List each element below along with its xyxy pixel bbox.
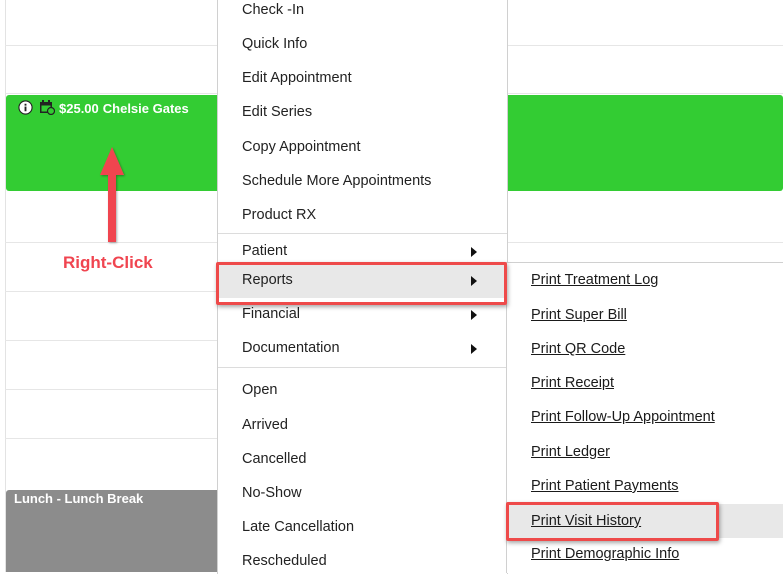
- annotation-label: Right-Click: [63, 253, 153, 272]
- menu-item-rescheduled[interactable]: Rescheduled: [218, 545, 507, 579]
- menu-item-no-show[interactable]: No-Show: [218, 477, 507, 511]
- menu-item-late-cancellation[interactable]: Late Cancellation: [218, 511, 507, 545]
- visit-history-highlight-box: [506, 502, 719, 541]
- submenu-item-print-receipt[interactable]: Print Receipt: [507, 366, 783, 400]
- menu-item-documentation[interactable]: Documentation: [218, 332, 507, 366]
- lunch-break-label: Lunch - Lunch Break: [14, 491, 144, 506]
- menu-item-copy-appointment[interactable]: Copy Appointment: [218, 131, 507, 165]
- submenu-item-print-ledger[interactable]: Print Ledger: [507, 435, 783, 469]
- appointment-price: $25.00: [59, 101, 99, 116]
- chevron-right-icon: [471, 247, 477, 257]
- calendar-column-line: [5, 0, 6, 572]
- calendar-sync-icon[interactable]: [39, 99, 56, 118]
- submenu-item-print-qr-code[interactable]: Print QR Code: [507, 332, 783, 366]
- submenu-item-print-treatment-log[interactable]: Print Treatment Log: [507, 263, 783, 297]
- submenu-item-print-demographic-info[interactable]: Print Demographic Info: [507, 537, 783, 571]
- chevron-right-icon: [471, 310, 477, 320]
- menu-item-schedule-more[interactable]: Schedule More Appointments: [218, 165, 507, 199]
- menu-item-quick-info[interactable]: Quick Info: [218, 28, 507, 62]
- menu-item-cancelled[interactable]: Cancelled: [218, 443, 507, 477]
- annotation-arrow-icon: [100, 147, 124, 242]
- menu-item-edit-appointment[interactable]: Edit Appointment: [218, 62, 507, 96]
- menu-item-edit-series[interactable]: Edit Series: [218, 96, 507, 130]
- appointment-header: $25.00 Chelsie Gates: [18, 99, 189, 118]
- reports-highlight-box: [216, 262, 507, 305]
- submenu-item-print-follow-up[interactable]: Print Follow-Up Appointment: [507, 400, 783, 434]
- appointment-patient-name[interactable]: Chelsie Gates: [103, 101, 189, 116]
- submenu-item-print-patient-payments[interactable]: Print Patient Payments: [507, 469, 783, 503]
- info-icon[interactable]: [18, 99, 33, 118]
- menu-item-arrived[interactable]: Arrived: [218, 409, 507, 443]
- chevron-right-icon: [471, 344, 477, 354]
- submenu-item-print-super-bill[interactable]: Print Super Bill: [507, 298, 783, 332]
- menu-item-open[interactable]: Open: [218, 374, 507, 408]
- menu-separator: [218, 367, 507, 368]
- lunch-break-block[interactable]: Lunch - Lunch Break: [6, 490, 218, 572]
- menu-item-check-in[interactable]: Check -In: [218, 0, 507, 28]
- menu-separator: [218, 233, 507, 234]
- menu-item-product-rx[interactable]: Product RX: [218, 199, 507, 233]
